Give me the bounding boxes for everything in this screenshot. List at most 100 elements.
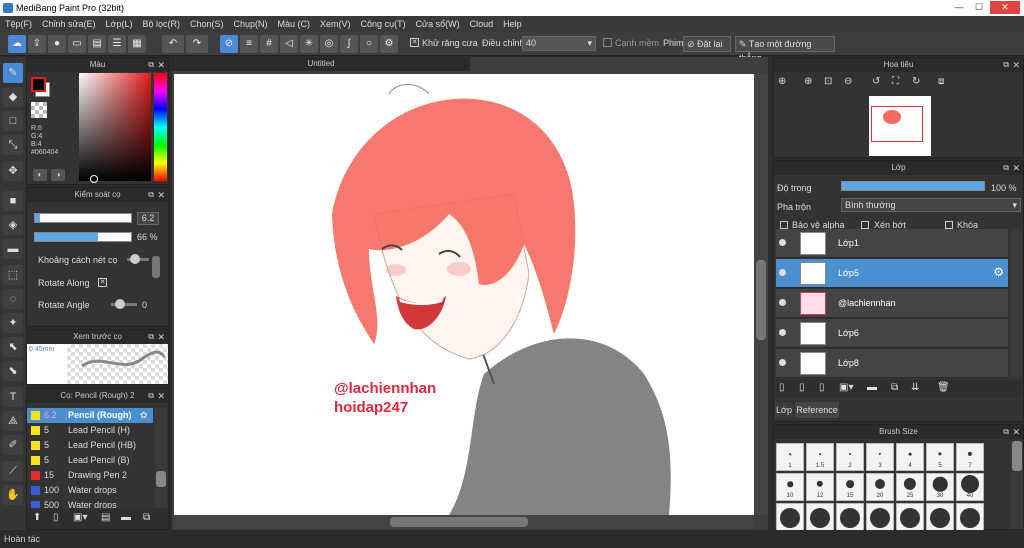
rotate-right-icon[interactable]: ↻ <box>912 76 920 87</box>
rectangle-tool-icon[interactable]: □ <box>3 111 23 131</box>
zoom-out-icon[interactable]: ⊖ <box>844 76 852 87</box>
straight-line-button[interactable]: ✎ Tạo một đường thẳng <box>735 36 835 63</box>
brush-size-scroll-thumb[interactable] <box>1012 441 1022 471</box>
adjust-select[interactable]: 40 ▾ <box>522 36 596 51</box>
ring-snap-icon[interactable]: ○ <box>360 35 378 53</box>
close-icon[interactable]: ✕ <box>1012 58 1020 72</box>
brush-size-cell[interactable]: 2 <box>836 443 864 471</box>
perspective-snap-icon[interactable]: ◁ <box>280 35 298 53</box>
transparent-swatch[interactable] <box>31 102 47 118</box>
navigator-preview[interactable] <box>869 96 931 156</box>
undock-icon[interactable]: ⧉ <box>148 330 154 344</box>
horizontal-scroll-thumb[interactable] <box>390 517 528 527</box>
close-icon[interactable]: ✕ <box>157 58 165 72</box>
zoom-in-icon[interactable]: ⊕ <box>804 76 812 87</box>
export-icon[interactable]: ⇪ <box>28 35 46 53</box>
menu-layer[interactable]: Lớp(L) <box>101 16 138 32</box>
layer-row[interactable]: Lớp8 <box>776 349 1008 378</box>
layer-row[interactable]: @lachiennhan <box>776 289 1008 318</box>
select-tool-icon[interactable]: ⬚ <box>3 265 23 285</box>
fill-rect-tool-icon[interactable]: ■ <box>3 191 23 211</box>
brush-list-scroll-thumb[interactable] <box>156 471 166 487</box>
new-layer-icon[interactable]: ▯ <box>779 382 785 393</box>
gear-icon[interactable]: ✿ <box>140 408 148 423</box>
cloud-icon[interactable]: ☁ <box>8 35 26 53</box>
close-icon[interactable]: ✕ <box>1012 425 1020 439</box>
parallel-snap-icon[interactable]: ≡ <box>240 35 258 53</box>
gradient-tool-icon[interactable]: ▬ <box>3 239 23 259</box>
vertical-scroll-thumb[interactable] <box>756 260 766 340</box>
protect-alpha-checkbox[interactable] <box>780 221 788 229</box>
brush-item[interactable]: 6.2 Pencil (Rough) ✿ <box>27 408 153 423</box>
document-icon[interactable]: ▤ <box>88 35 106 53</box>
layer-row[interactable]: Lớp6 <box>776 319 1008 348</box>
undock-icon[interactable]: ⧉ <box>148 58 154 72</box>
undock-icon[interactable]: ⧉ <box>1003 161 1009 175</box>
menu-filter[interactable]: Bộ lọc(R) <box>137 16 185 32</box>
undo-icon[interactable]: ↶ <box>162 35 184 53</box>
brush-size-cell[interactable]: 3 <box>866 443 894 471</box>
rotate-angle-handle[interactable] <box>115 299 125 309</box>
eyedropper-icon[interactable]: ⟋ <box>3 461 23 481</box>
trash-icon[interactable]: 🗑 <box>937 382 950 393</box>
tab-reference[interactable]: Reference <box>795 402 839 418</box>
brush-size-cell[interactable]: 12 <box>806 473 834 501</box>
tab-layer[interactable]: Lớp <box>775 402 793 418</box>
brush-item[interactable]: 5 Lead Pencil (B) <box>27 453 153 468</box>
brush-size-cell[interactable]: 40 <box>956 473 984 501</box>
page-icon[interactable]: ▭ <box>68 35 86 53</box>
cloud-download-icon[interactable]: ⬆ <box>33 512 41 523</box>
menu-select[interactable]: Chọn(S) <box>185 16 229 32</box>
palette-icon[interactable]: ◐ <box>33 169 47 181</box>
close-icon[interactable]: ✕ <box>157 188 165 202</box>
brush-size-scrollbar[interactable] <box>1011 441 1023 529</box>
divide-tool-icon[interactable]: ⟁ <box>3 411 23 431</box>
text-tool-icon[interactable]: T <box>3 387 23 407</box>
add-layer-menu-icon[interactable]: ▣▾ <box>839 382 853 393</box>
select-pen-icon[interactable]: ⬉ <box>3 337 23 357</box>
close-icon[interactable]: ✕ <box>1012 161 1020 175</box>
radial-snap-icon[interactable]: ✳ <box>300 35 318 53</box>
minimize-button[interactable]: — <box>950 1 968 14</box>
eye-icon[interactable] <box>779 329 786 336</box>
menu-cloud[interactable]: Cloud <box>465 16 499 32</box>
brush-opacity-slider[interactable] <box>34 232 132 242</box>
blend-mode-select[interactable]: Bình thường ▾ <box>841 198 1021 212</box>
brush-size-cell[interactable]: 25 <box>896 473 924 501</box>
brush-size-cell[interactable]: 20 <box>866 473 894 501</box>
brush-item[interactable]: 500 Water drops <box>27 498 153 508</box>
comment-icon[interactable]: ● <box>48 35 66 53</box>
canvas-tab[interactable]: Untitled <box>172 57 470 71</box>
lasso-tool-icon[interactable]: ◌ <box>3 289 23 309</box>
folder-icon[interactable]: ▬ <box>867 382 877 393</box>
gear-icon[interactable]: ⚙ <box>993 265 1004 279</box>
reset-button[interactable]: ⊘ Đặt lại <box>683 36 731 52</box>
merge-layer-icon[interactable]: ⇊ <box>911 382 919 393</box>
duplicate-icon[interactable]: ⧉ <box>143 512 150 523</box>
layer-row[interactable]: Lớp5 ⚙ <box>776 259 1008 288</box>
menu-color[interactable]: Màu (C) <box>273 16 316 32</box>
curve-snap-icon[interactable]: ∫ <box>340 35 358 53</box>
brush-size-cell[interactable]: 10 <box>776 473 804 501</box>
duplicate-layer-icon[interactable]: ⧉ <box>891 382 898 393</box>
pen-tool-icon[interactable]: ⤡ <box>3 135 23 155</box>
eye-icon[interactable] <box>779 359 786 366</box>
hue-slider[interactable] <box>154 73 167 181</box>
new-brush-icon[interactable]: ▯ <box>53 512 59 523</box>
flip-icon[interactable]: ⧈ <box>938 76 944 87</box>
navigator-viewport[interactable] <box>871 106 923 142</box>
list-icon[interactable]: ☰ <box>108 35 126 53</box>
foreground-color-swatch[interactable] <box>31 77 46 92</box>
brush-size-cell[interactable]: 1 <box>776 443 804 471</box>
undock-icon[interactable]: ⧉ <box>1003 425 1009 439</box>
brush-size-cell[interactable]: 5 <box>926 443 954 471</box>
maximize-button[interactable]: ☐ <box>970 1 988 14</box>
brush-size-cell[interactable]: 7 <box>956 443 984 471</box>
layer-opacity-slider[interactable] <box>841 181 985 191</box>
folder-icon[interactable]: ▬ <box>121 512 131 523</box>
magic-wand-icon[interactable]: ✦ <box>3 313 23 333</box>
grid-icon[interactable]: ▦ <box>128 35 146 53</box>
fit-icon[interactable]: ⊡ <box>824 76 832 87</box>
brush-size-cell[interactable] <box>866 503 894 531</box>
undock-icon[interactable]: ⧉ <box>148 389 154 403</box>
